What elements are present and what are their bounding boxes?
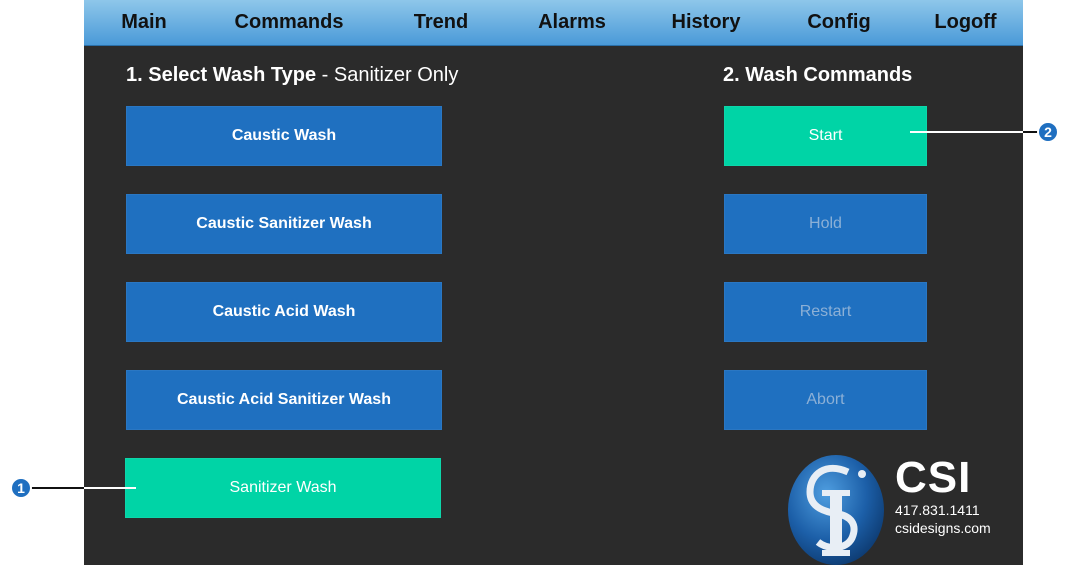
callout-1-badge: 1 (10, 477, 32, 499)
csi-logo-name: CSI (895, 453, 972, 502)
wash-commands-heading: 2. Wash Commands (723, 64, 913, 86)
callout-1-line (84, 487, 136, 489)
csi-phone: 417.831.1411 (895, 502, 980, 518)
callout-2-badge: 2 (1037, 121, 1059, 143)
callout-1-line-outer (30, 487, 84, 489)
nav-main[interactable]: Main (114, 0, 174, 45)
nav-commands[interactable]: Commands (219, 0, 359, 45)
caustic-acid-sanitizer-wash-button[interactable]: Caustic Acid Sanitizer Wash (126, 370, 442, 430)
wash-type-title: 1. Select Wash Type (126, 64, 317, 86)
hold-button[interactable]: Hold (724, 194, 927, 254)
csi-branding: CSI 417.831.1411 csidesigns.com (895, 455, 991, 537)
wash-type-heading: 1. Select Wash Type - Sanitizer Only (126, 64, 458, 87)
caustic-wash-button[interactable]: Caustic Wash (126, 106, 442, 166)
sanitizer-wash-button[interactable]: Sanitizer Wash (125, 458, 441, 518)
nav-trend[interactable]: Trend (396, 0, 486, 45)
nav-config[interactable]: Config (789, 0, 889, 45)
nav-alarms[interactable]: Alarms (522, 0, 622, 45)
csi-logo-icon (788, 455, 884, 565)
csi-website: csidesigns.com (895, 520, 991, 536)
start-button[interactable]: Start (724, 106, 927, 166)
top-nav-bar: Main Commands Trend Alarms History Confi… (84, 0, 1023, 46)
caustic-acid-wash-button[interactable]: Caustic Acid Wash (126, 282, 442, 342)
callout-2-line (910, 131, 1023, 133)
nav-history[interactable]: History (656, 0, 756, 45)
caustic-sanitizer-wash-button[interactable]: Caustic Sanitizer Wash (126, 194, 442, 254)
selected-wash-type: Sanitizer Only (333, 64, 459, 86)
restart-button[interactable]: Restart (724, 282, 927, 342)
abort-button[interactable]: Abort (724, 370, 927, 430)
callout-2-line-outer (1023, 131, 1038, 133)
wash-type-separator: - (316, 64, 334, 86)
nav-logoff[interactable]: Logoff (918, 0, 1013, 45)
